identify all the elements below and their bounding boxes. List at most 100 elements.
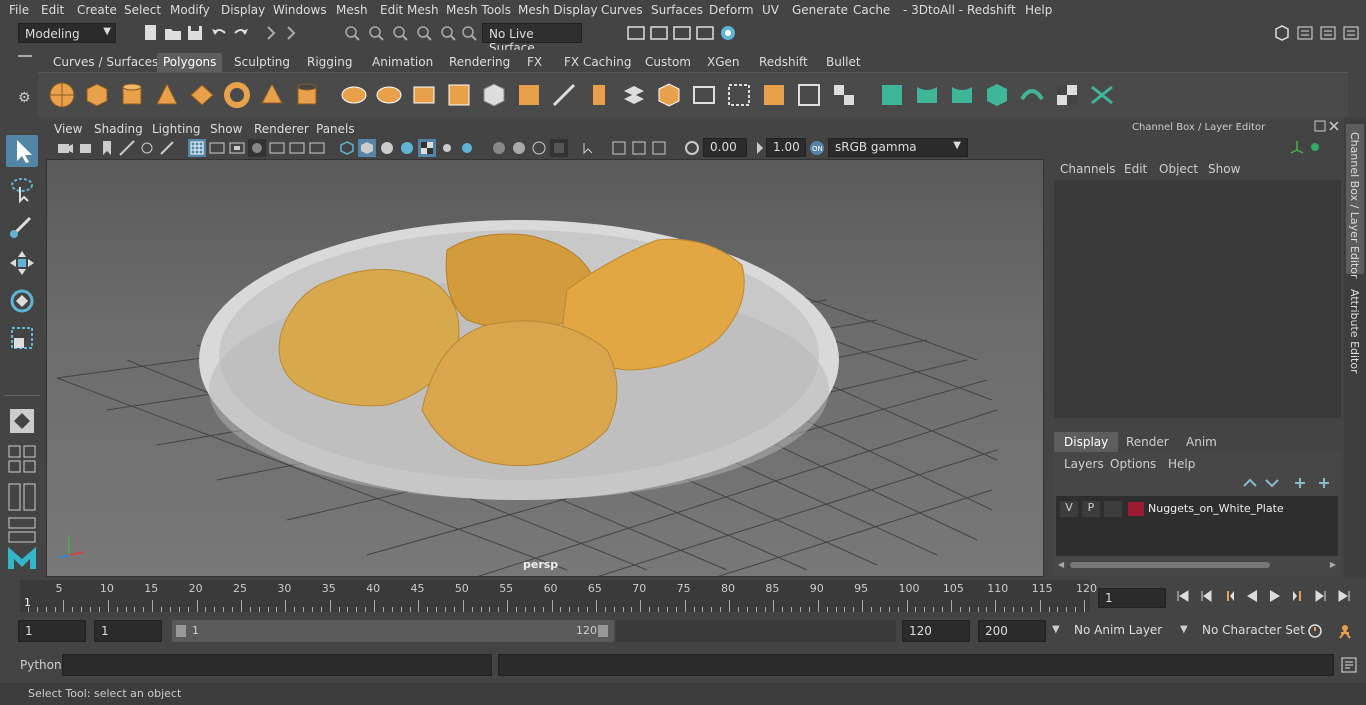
layer-tab-anim[interactable]: Anim <box>1176 432 1227 452</box>
channel-box-menu-channels[interactable]: Channels <box>1060 162 1116 176</box>
snap-surface-icon[interactable] <box>439 24 457 42</box>
snap-curve-icon[interactable] <box>367 24 385 42</box>
uv-editor-icon[interactable] <box>795 81 823 109</box>
start-time-field[interactable]: 1 <box>18 620 86 642</box>
wireframe-icon[interactable] <box>338 139 356 157</box>
move-layer-down-icon[interactable] <box>1264 476 1280 490</box>
range-slider-handle-start[interactable] <box>176 625 186 637</box>
viewport-persp[interactable]: persp <box>46 159 1044 577</box>
step-forward-frame-icon[interactable] <box>1291 589 1305 603</box>
grease-pencil-icon[interactable] <box>158 139 176 157</box>
color-management-icon[interactable]: ON <box>808 139 826 157</box>
xray-icon[interactable] <box>490 139 508 157</box>
target-weld-icon[interactable] <box>760 81 788 109</box>
layer-scrollbar[interactable]: ◀ ▶ <box>1058 560 1336 570</box>
sculpt-teal-icon[interactable] <box>878 81 906 109</box>
poly-pipe-icon[interactable] <box>293 81 321 109</box>
time-slider[interactable]: 5 10 15 20 25 30 35 40 45 50 55 60 65 70 75 80 85 90 95 100… <box>20 580 1097 612</box>
snap-view-icon[interactable] <box>415 24 433 42</box>
menu-icon[interactable] <box>18 55 32 57</box>
layer-menu-help[interactable]: Help <box>1168 457 1195 471</box>
end-time-field[interactable]: 200 <box>978 620 1046 642</box>
character-set-dropdown[interactable]: No Character Set <box>1196 620 1305 642</box>
new-layer-icon[interactable] <box>1292 476 1308 490</box>
channel-box-menu-show[interactable]: Show <box>1208 162 1240 176</box>
two-d-pan-icon[interactable] <box>138 139 156 157</box>
chevron-left-icon[interactable]: ◀ <box>1058 560 1064 569</box>
close-icon[interactable] <box>1328 120 1340 132</box>
resolution-gate-icon[interactable] <box>228 139 246 157</box>
poly-sphere-icon[interactable] <box>48 81 76 109</box>
menu-mesh[interactable]: Mesh <box>336 3 368 17</box>
shadows-icon[interactable] <box>458 139 476 157</box>
current-frame-field[interactable]: 1 <box>1098 588 1166 608</box>
layer-type-toggle[interactable] <box>1104 501 1122 517</box>
menu-edit[interactable]: Edit <box>41 3 64 17</box>
play-forward-icon[interactable] <box>1268 589 1282 603</box>
range-slider-handle-end[interactable] <box>598 625 608 637</box>
script-editor-icon[interactable] <box>1340 656 1358 674</box>
menu-generate[interactable]: Generate <box>792 3 848 17</box>
snap-grid-icon[interactable] <box>343 24 361 42</box>
step-back-frame-icon[interactable] <box>1222 589 1236 603</box>
panel-menu-view[interactable]: View <box>54 122 82 136</box>
chevron-down-icon[interactable]: ▼ <box>1180 624 1188 635</box>
shelf-tab-animation[interactable]: Animation <box>366 53 439 72</box>
image-plane-icon[interactable] <box>118 139 136 157</box>
menu-3dtoall[interactable]: - 3DtoAll - <box>903 3 963 17</box>
layer-playback-toggle[interactable]: P <box>1082 501 1100 517</box>
command-language-label[interactable]: Python <box>20 658 62 672</box>
layer-name[interactable]: Nuggets_on_White_Plate <box>1148 502 1284 515</box>
menu-mesh-display[interactable]: Mesh Display <box>518 3 598 17</box>
poly-cone-icon[interactable] <box>153 81 181 109</box>
scale-tool-icon[interactable] <box>6 322 38 354</box>
float-panel-icon[interactable] <box>1314 120 1326 132</box>
anti-alias-icon[interactable] <box>650 139 668 157</box>
menu-file[interactable]: File <box>9 3 29 17</box>
panel-menu-panels[interactable]: Panels <box>316 122 355 136</box>
ipr-icon[interactable] <box>673 24 691 42</box>
workspace-icon[interactable] <box>1273 24 1291 42</box>
scrollbar-thumb[interactable] <box>1070 562 1270 568</box>
poly-cylinder-icon[interactable] <box>118 81 146 109</box>
menu-edit-mesh[interactable]: Edit Mesh <box>380 3 439 17</box>
backface-icon[interactable] <box>550 139 568 157</box>
sculpt-teal-icon[interactable] <box>913 81 941 109</box>
layer-tab-display[interactable]: Display <box>1054 432 1119 452</box>
chevron-down-icon[interactable]: ▼ <box>1052 624 1060 635</box>
gear-icon[interactable]: ⚙ <box>18 90 31 106</box>
xray-components-icon[interactable] <box>530 139 548 157</box>
shelf-tab-redshift[interactable]: Redshift <box>753 53 814 72</box>
lasso-tool-icon[interactable] <box>6 173 38 205</box>
layout-side-icon[interactable] <box>6 481 38 513</box>
axis-toggle-icon[interactable] <box>1288 138 1306 156</box>
bridge-icon[interactable] <box>620 81 648 109</box>
menu-redshift[interactable]: Redshift <box>967 3 1016 17</box>
anim-preferences-icon[interactable] <box>1336 622 1354 640</box>
play-backward-icon[interactable] <box>1245 589 1259 603</box>
shelf-tab-fx-caching[interactable]: FX Caching <box>558 53 637 72</box>
multi-cut-icon[interactable] <box>550 81 578 109</box>
menu-mesh-tools[interactable]: Mesh Tools <box>446 3 511 17</box>
chevron-right-icon[interactable]: ▶ <box>1330 560 1336 569</box>
sculpt-teal-icon[interactable] <box>948 81 976 109</box>
safe-action-icon[interactable] <box>288 139 306 157</box>
combine-icon[interactable] <box>340 81 368 109</box>
layer-menu-layers[interactable]: Layers <box>1064 457 1104 471</box>
channel-box-menu-edit[interactable]: Edit <box>1124 162 1147 176</box>
snap-point-icon[interactable] <box>391 24 409 42</box>
move-layer-up-icon[interactable] <box>1242 476 1258 490</box>
auto-key-icon[interactable] <box>1306 622 1324 640</box>
grid-icon[interactable] <box>188 139 206 157</box>
layer-row[interactable]: V P Nuggets_on_White_Plate <box>1056 500 1338 518</box>
paint-select-icon[interactable] <box>6 210 38 242</box>
step-forward-key-icon[interactable] <box>1314 589 1328 603</box>
playback-start-field[interactable]: 1 <box>94 620 162 642</box>
side-tab-attribute-editor[interactable]: Attribute Editor <box>1346 283 1364 374</box>
exposure-icon[interactable] <box>683 139 701 157</box>
menu-select[interactable]: Select <box>124 3 161 17</box>
field-chart-icon[interactable] <box>268 139 286 157</box>
smooth-icon[interactable] <box>445 81 473 109</box>
toggle-panel-icon[interactable] <box>1296 24 1314 42</box>
colorspace-dropdown[interactable]: sRGB gamma ▼ <box>828 138 968 157</box>
